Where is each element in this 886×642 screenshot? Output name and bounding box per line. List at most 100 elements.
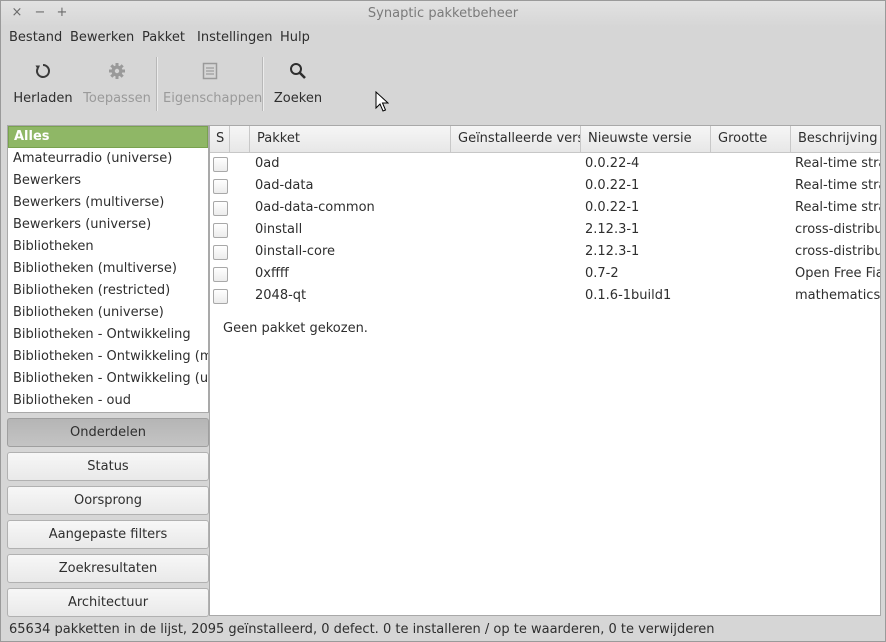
section-item[interactable]: Bibliotheken (restricted) — [8, 280, 208, 302]
package-description: mathematics based — [795, 288, 881, 303]
latest-version: 2.12.3-1 — [585, 222, 640, 237]
package-description: Real-time strategy — [795, 200, 880, 215]
search-icon — [269, 61, 327, 83]
package-description: cross-distribution — [795, 244, 880, 259]
installed-version — [458, 219, 578, 241]
properties-label: Eigenschappen — [163, 91, 263, 106]
section-item[interactable]: Amateurradio (universe) — [8, 148, 208, 170]
installed-version — [458, 175, 578, 197]
package-size — [718, 153, 788, 175]
package-size — [718, 219, 788, 241]
column-latest-version[interactable]: Nieuwste versie — [581, 126, 711, 152]
status-bar: 65634 pakketten in de lijst, 2095 geïnst… — [9, 622, 715, 637]
mouse-pointer-icon — [375, 90, 390, 117]
latest-version: 0.0.22-1 — [585, 178, 640, 193]
filter-architecture-button[interactable]: Architectuur — [7, 588, 209, 617]
section-item[interactable]: Bibliotheken - oud — [8, 390, 208, 412]
toolbar-separator — [156, 57, 158, 111]
section-item[interactable]: Bibliotheken - Ontwikkeling (universe) — [8, 368, 208, 390]
package-table[interactable]: S Pakket Geïnstalleerde versie Nieuwste … — [209, 125, 881, 317]
status-checkbox[interactable] — [213, 201, 228, 216]
filter-custom-button[interactable]: Aangepaste filters — [7, 520, 209, 549]
section-item[interactable]: Bibliotheken — [8, 236, 208, 258]
status-checkbox[interactable] — [213, 223, 228, 238]
section-item[interactable]: Bibliotheken - Ontwikkeling (multiverse) — [8, 346, 208, 368]
menu-pakket[interactable]: Pakket — [142, 30, 185, 45]
column-package[interactable]: Pakket — [250, 126, 451, 152]
table-row[interactable]: 0ad-data-common 0.0.22-1 Real-time strateg… — [210, 197, 880, 219]
table-header: S Pakket Geïnstalleerde versie Nieuwste … — [210, 126, 880, 153]
installed-version — [458, 241, 578, 263]
menu-bestand[interactable]: Bestand — [9, 30, 62, 45]
title-bar: × − + Synaptic pakketbeheer — [1, 1, 885, 27]
package-description: Open Free Fiasco — [795, 266, 880, 281]
section-list[interactable]: Alles Amateurradio (universe) Bewerkers … — [7, 125, 209, 413]
package-name: 0install — [255, 222, 303, 237]
reload-icon — [9, 61, 77, 83]
filter-search-results-button[interactable]: Zoekresultaten — [7, 554, 209, 583]
package-size — [718, 263, 788, 285]
filter-onderdelen-button[interactable]: Onderdelen — [7, 418, 209, 447]
toolbar: Herladen Toepassen Eigenschappen Zoeken — [1, 51, 885, 119]
status-checkbox[interactable] — [213, 179, 228, 194]
reload-button[interactable]: Herladen — [9, 51, 77, 117]
column-status[interactable]: S — [210, 126, 230, 152]
package-size — [718, 285, 788, 307]
package-name: 0xffff — [255, 266, 289, 281]
section-item[interactable]: Bewerkers — [8, 170, 208, 192]
properties-button[interactable]: Eigenschappen — [163, 51, 263, 117]
package-description: Real-time strategy — [795, 178, 880, 193]
gear-icon — [81, 61, 153, 83]
package-size — [718, 197, 788, 219]
section-item[interactable]: Bibliotheken (multiverse) — [8, 258, 208, 280]
installed-version — [458, 153, 578, 175]
table-row[interactable]: 0ad-data 0.0.22-1 Real-time strategy — [210, 175, 880, 197]
section-item[interactable]: Bewerkers (multiverse) — [8, 192, 208, 214]
toolbar-separator — [262, 57, 264, 111]
package-name: 0install-core — [255, 244, 336, 259]
installed-version — [458, 285, 578, 307]
package-name: 0ad-data-common — [255, 200, 375, 215]
table-row[interactable]: 0ad 0.0.22-4 Real-time strategy — [210, 153, 880, 175]
latest-version: 0.0.22-4 — [585, 156, 640, 171]
table-row[interactable]: 2048-qt 0.1.6-1build1 mathematics based — [210, 285, 880, 307]
table-row[interactable]: 0install 2.12.3-1 cross-distribution — [210, 219, 880, 241]
installed-version — [458, 197, 578, 219]
latest-version: 0.1.6-1build1 — [585, 288, 672, 303]
package-description: Real-time strategy — [795, 156, 880, 171]
filter-status-button[interactable]: Status — [7, 452, 209, 481]
search-label: Zoeken — [273, 91, 323, 106]
menu-hulp[interactable]: Hulp — [280, 30, 310, 45]
apply-button[interactable]: Toepassen — [81, 51, 153, 117]
status-checkbox[interactable] — [213, 289, 228, 304]
menu-bar: Bestand Bewerken Pakket Instellingen Hul… — [1, 27, 885, 49]
section-item[interactable]: Bibliotheken - Ontwikkeling — [8, 324, 208, 346]
table-row[interactable]: 0xffff 0.7-2 Open Free Fiasco — [210, 263, 880, 285]
installed-version — [458, 263, 578, 285]
package-size — [718, 175, 788, 197]
table-row[interactable]: 0install-core 2.12.3-1 cross-distribution — [210, 241, 880, 263]
status-checkbox[interactable] — [213, 245, 228, 260]
package-description: cross-distribution — [795, 222, 880, 237]
search-button[interactable]: Zoeken — [269, 51, 327, 117]
column-installed-version[interactable]: Geïnstalleerde versie — [451, 126, 581, 152]
section-item[interactable]: Bibliotheken (universe) — [8, 302, 208, 324]
latest-version: 0.0.22-1 — [585, 200, 640, 215]
status-checkbox[interactable] — [213, 267, 228, 282]
package-name: 0ad — [255, 156, 280, 171]
reload-label: Herladen — [13, 91, 73, 106]
main-window: × − + Synaptic pakketbeheer Bestand Bewe… — [0, 0, 886, 642]
properties-icon — [163, 61, 257, 83]
column-support[interactable] — [230, 126, 250, 152]
menu-bewerken[interactable]: Bewerken — [70, 30, 134, 45]
section-item[interactable]: Bewerkers (universe) — [8, 214, 208, 236]
apply-label: Toepassen — [83, 91, 151, 106]
column-description[interactable]: Beschrijving — [791, 126, 880, 152]
filter-oorsprong-button[interactable]: Oorsprong — [7, 486, 209, 515]
menu-instellingen[interactable]: Instellingen — [197, 30, 273, 45]
status-checkbox[interactable] — [213, 157, 228, 172]
column-size[interactable]: Grootte — [711, 126, 791, 152]
section-item[interactable]: Alles — [8, 126, 208, 148]
package-name: 2048-qt — [255, 288, 307, 303]
package-details: Geen pakket gekozen. — [209, 315, 881, 616]
